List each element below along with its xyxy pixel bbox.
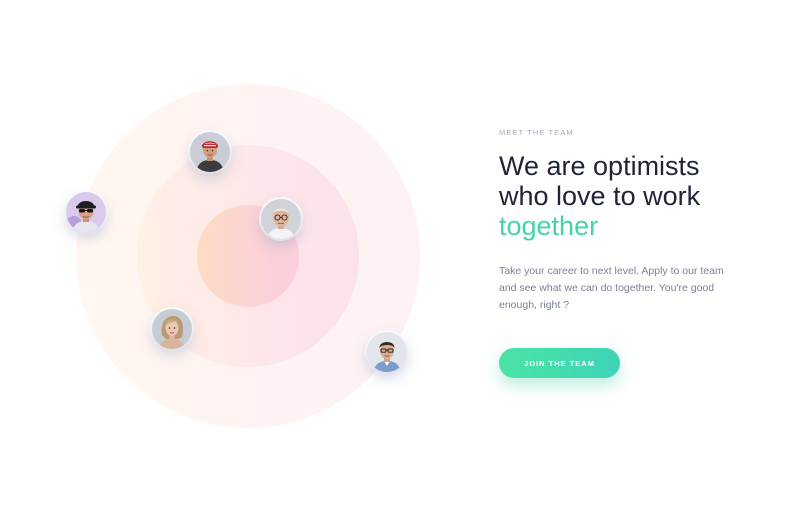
person-avatar-icon	[367, 332, 407, 372]
team-avatar-red-cap[interactable]	[190, 132, 230, 172]
person-avatar-icon	[66, 192, 106, 232]
headline-line-2: who love to work	[499, 181, 701, 211]
person-avatar-icon	[261, 199, 301, 239]
team-section: MEET THE TEAM We are optimists who love …	[0, 0, 800, 510]
team-orbit-graphic	[0, 0, 480, 510]
headline-line-1: We are optimists	[499, 151, 700, 181]
join-the-team-button[interactable]: JOIN THE TEAM	[499, 348, 620, 378]
team-copy: MEET THE TEAM We are optimists who love …	[499, 128, 779, 314]
person-avatar-icon	[190, 132, 230, 172]
section-description: Take your career to next level. Apply to…	[499, 265, 724, 311]
headline-accent: together	[499, 211, 599, 241]
person-avatar-icon	[152, 309, 192, 349]
section-headline: We are optimists who love to work togeth…	[499, 151, 779, 241]
section-eyebrow: MEET THE TEAM	[499, 128, 574, 137]
team-avatar-blonde-woman[interactable]	[152, 309, 192, 349]
team-avatar-sunglasses[interactable]	[66, 192, 106, 232]
team-avatar-glasses-man[interactable]	[367, 332, 407, 372]
team-avatar-glasses-bald[interactable]	[261, 199, 301, 239]
